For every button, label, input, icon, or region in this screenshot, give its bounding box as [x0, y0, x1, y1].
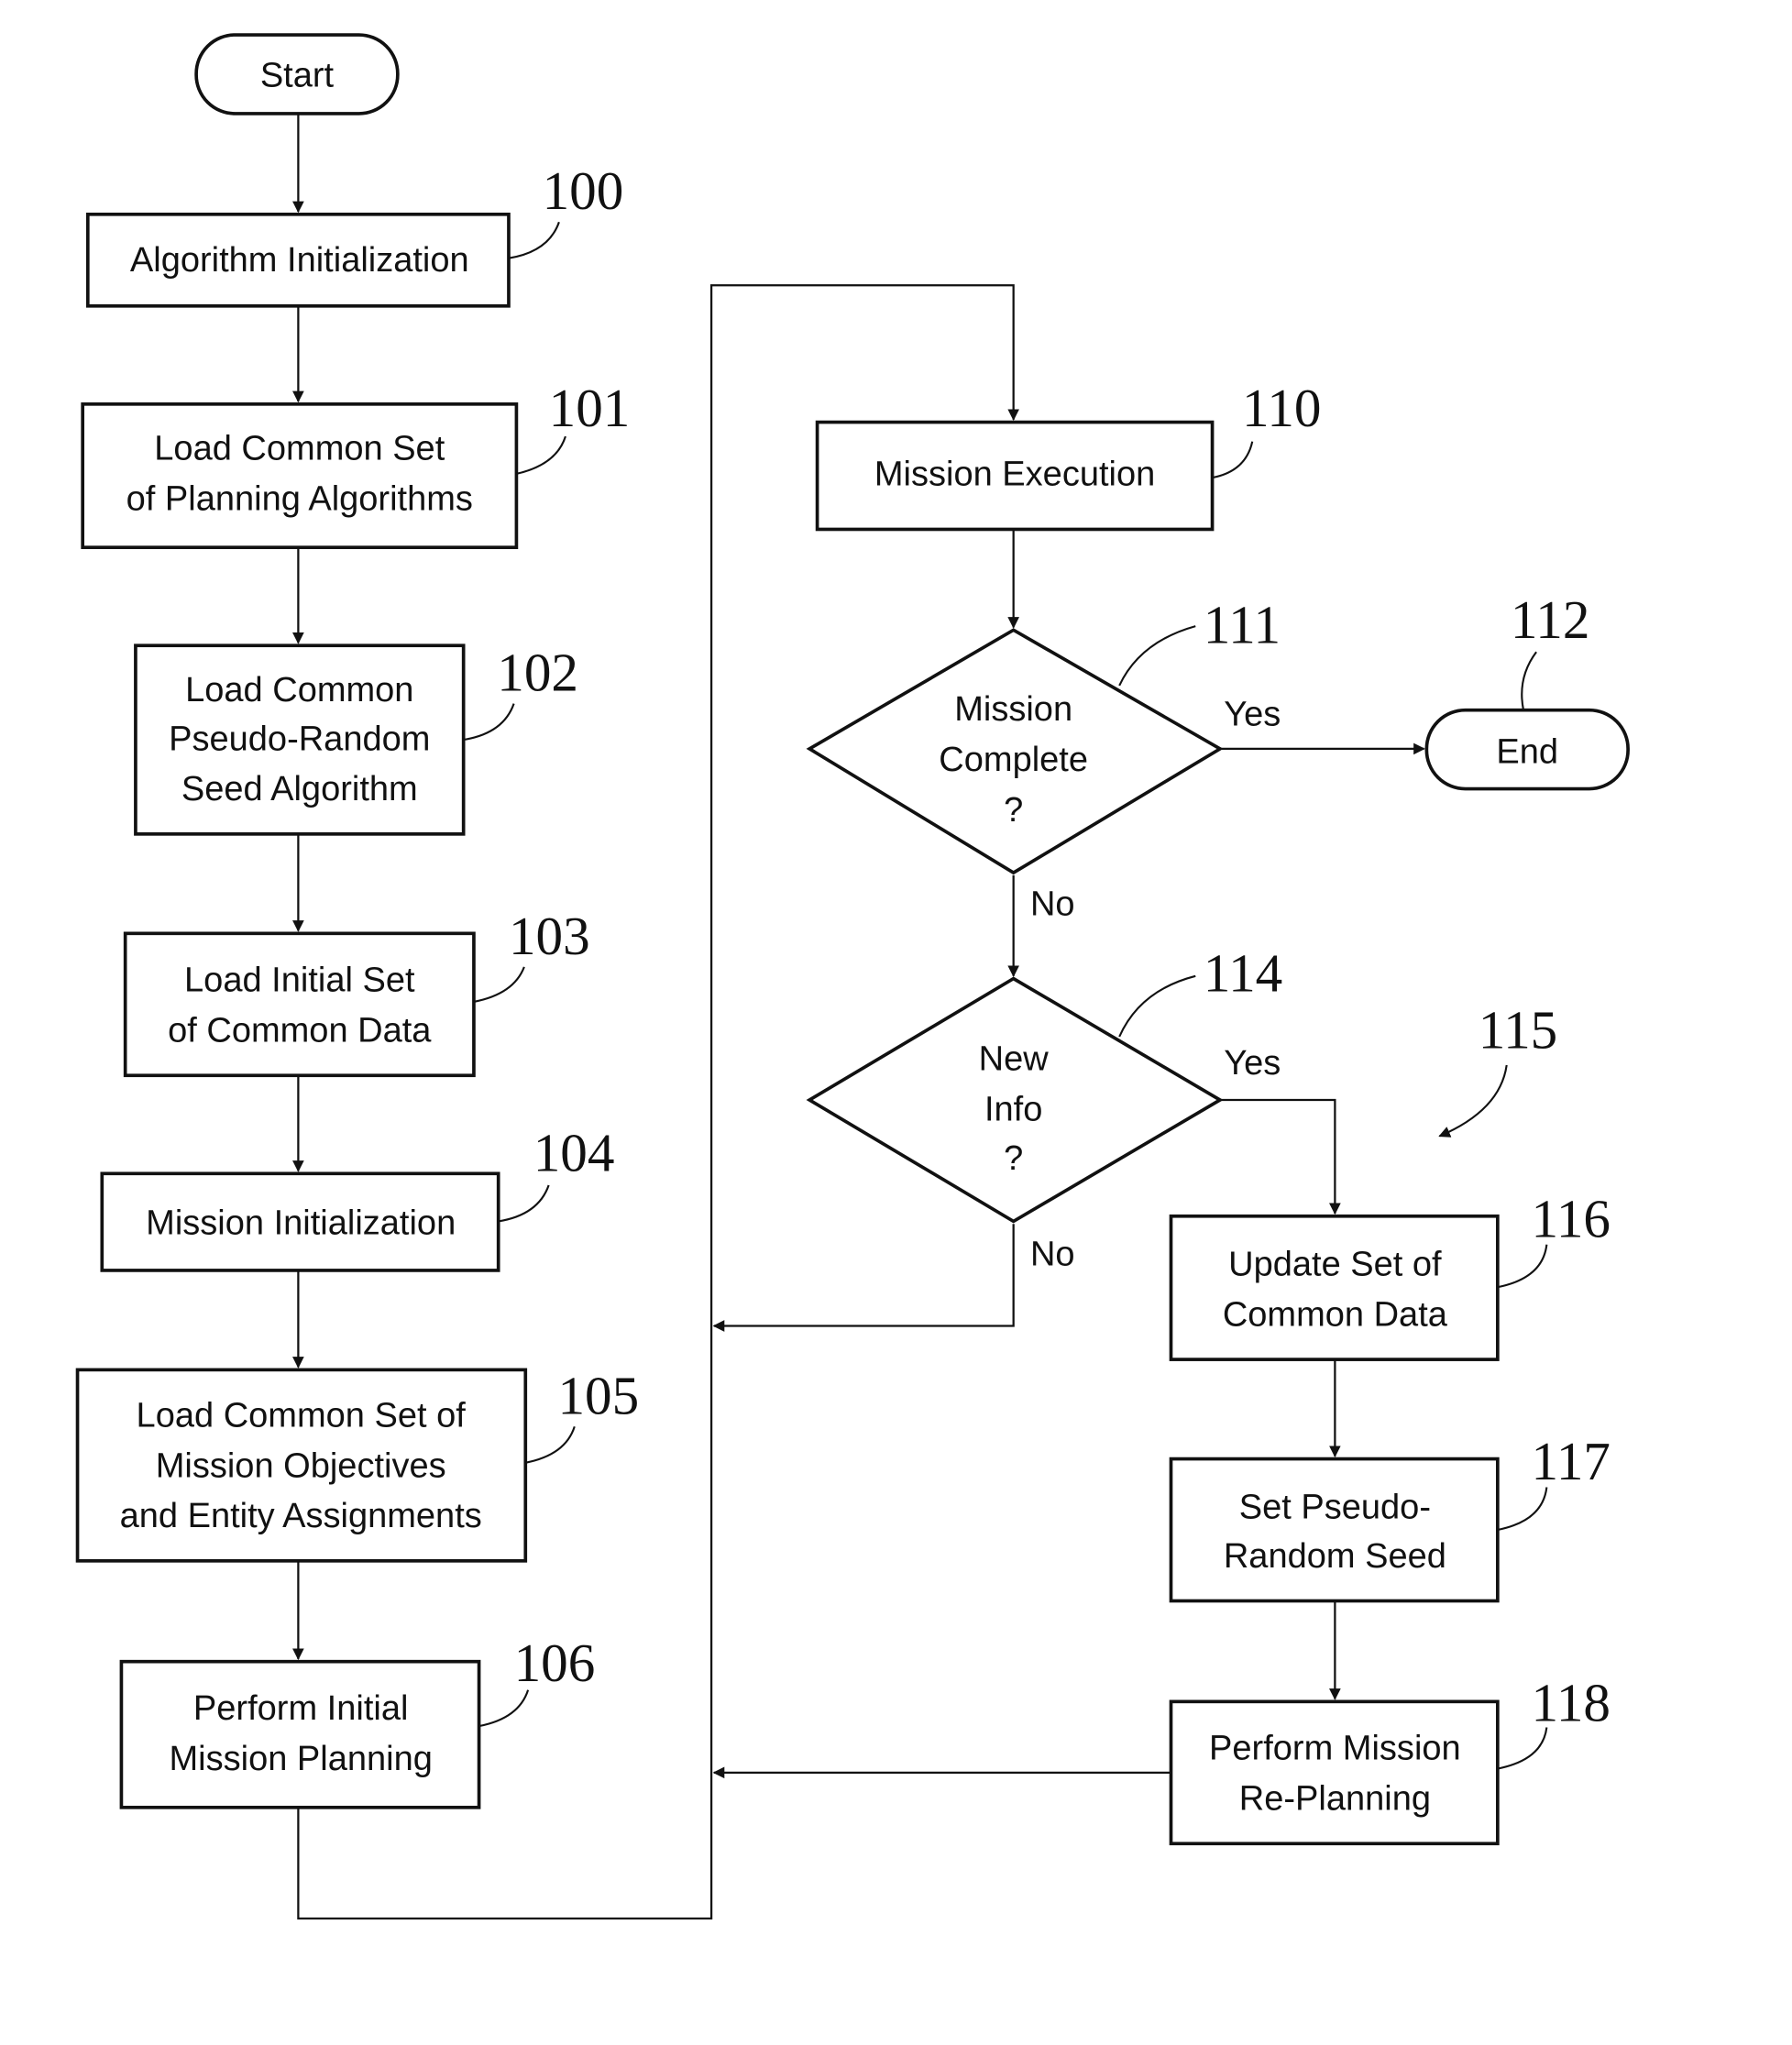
step-100: Algorithm Initialization	[85, 212, 511, 308]
step-100-label: Algorithm Initialization	[130, 241, 469, 280]
step-117-line-1: Set Pseudo-	[1239, 1488, 1431, 1526]
ref-100: 100	[543, 160, 624, 221]
step-118-line-1: Perform Mission	[1209, 1730, 1461, 1768]
step-106-line-2: Mission Planning	[170, 1740, 433, 1778]
ref-101: 101	[549, 378, 631, 438]
ref-110: 110	[1242, 378, 1322, 438]
decision-111-no: No	[1030, 885, 1075, 924]
end-terminal: End	[1424, 708, 1630, 791]
decision-114-no: No	[1030, 1235, 1075, 1273]
step-117-line-2: Random Seed	[1224, 1537, 1446, 1576]
step-104-label: Mission Initialization	[146, 1204, 456, 1242]
decision-111-yes: Yes	[1224, 696, 1281, 734]
step-102-line-3: Seed Algorithm	[181, 770, 418, 808]
step-116: Update Set of Common Data	[1169, 1214, 1500, 1361]
decision-114-line-2: Info	[984, 1091, 1042, 1129]
step-101: Load Common Set of Planning Algorithms	[81, 402, 519, 550]
step-116-line-2: Common Data	[1223, 1295, 1448, 1334]
step-103-line-1: Load Initial Set	[184, 962, 415, 1000]
step-101-line-2: of Planning Algorithms	[126, 479, 473, 518]
ref-115: 115	[1479, 1000, 1558, 1061]
step-118: Perform Mission Re-Planning	[1169, 1699, 1500, 1846]
ref-104: 104	[533, 1122, 615, 1182]
step-103: Load Initial Set of Common Data	[123, 931, 476, 1078]
ref-116: 116	[1531, 1188, 1611, 1248]
step-106-line-1: Perform Initial	[193, 1689, 409, 1728]
decision-111-line-1: Mission	[954, 690, 1072, 729]
ref-114: 114	[1204, 943, 1283, 1004]
ref-117: 117	[1531, 1431, 1611, 1491]
start-terminal: Start	[194, 33, 400, 115]
decision-114-line-3: ?	[1004, 1139, 1023, 1178]
decision-111-line-2: Complete	[939, 741, 1088, 779]
step-102: Load Common Pseudo-Random Seed Algorithm	[134, 643, 466, 836]
step-105-line-2: Mission Objectives	[156, 1446, 446, 1485]
step-117: Set Pseudo- Random Seed	[1169, 1457, 1500, 1603]
ref-111: 111	[1204, 594, 1281, 654]
step-105-line-3: and Entity Assignments	[120, 1497, 482, 1535]
start-label: Start	[260, 56, 335, 94]
ref-106: 106	[514, 1633, 596, 1693]
step-116-line-1: Update Set of	[1228, 1246, 1442, 1284]
end-label: End	[1496, 732, 1558, 771]
step-110: Mission Execution	[815, 420, 1215, 532]
ref-102: 102	[497, 643, 578, 703]
step-118-line-2: Re-Planning	[1239, 1780, 1431, 1819]
ref-118: 118	[1531, 1672, 1611, 1732]
step-106: Perform Initial Mission Planning	[119, 1659, 481, 1809]
step-105: Load Common Set of Mission Objectives an…	[75, 1368, 528, 1563]
step-110-label: Mission Execution	[874, 456, 1155, 494]
decision-114-line-1: New	[979, 1040, 1050, 1079]
decision-111-line-3: ?	[1004, 791, 1023, 830]
step-103-line-2: of Common Data	[168, 1012, 432, 1050]
decision-111: Mission Complete ? Yes No	[806, 628, 1281, 924]
arrow-114-no-to-loop	[712, 1224, 1015, 1332]
step-102-line-2: Pseudo-Random	[169, 720, 430, 758]
flowchart: Start Algorithm Initialization Load Comm…	[75, 33, 1630, 1920]
decision-114-yes: Yes	[1224, 1044, 1281, 1083]
step-101-line-1: Load Common Set	[154, 429, 445, 467]
ref-112: 112	[1511, 589, 1590, 650]
step-102-line-1: Load Common	[185, 671, 413, 709]
ref-105: 105	[557, 1365, 639, 1425]
ref-103: 103	[509, 906, 590, 966]
arrow-114-yes-to-116	[1220, 1098, 1341, 1215]
step-104: Mission Initialization	[100, 1171, 500, 1272]
step-105-line-1: Load Common Set of	[137, 1396, 467, 1435]
